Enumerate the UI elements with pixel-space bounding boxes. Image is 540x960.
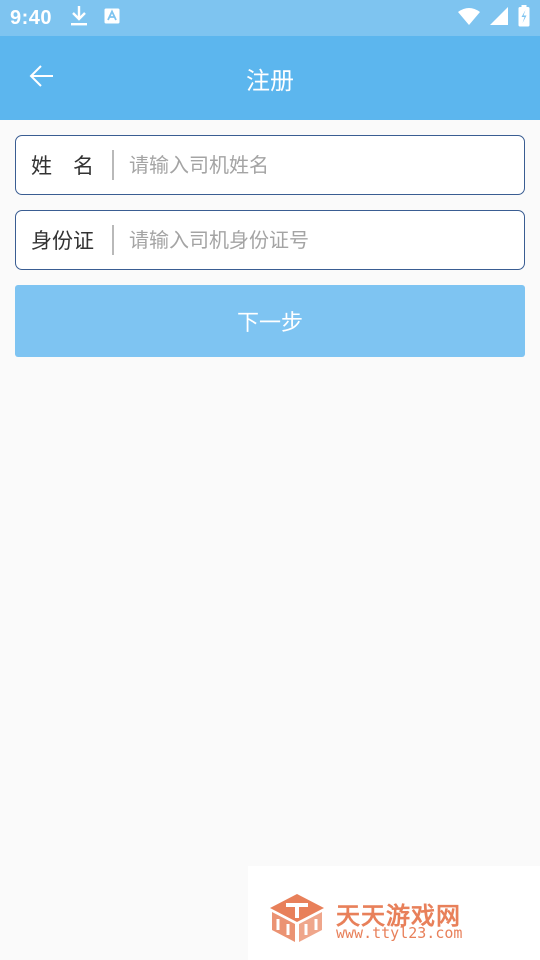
watermark: 天天游戏网 www.ttyl23.com xyxy=(248,866,540,960)
back-button[interactable] xyxy=(24,60,60,96)
status-icons-left xyxy=(70,5,120,31)
page-title: 注册 xyxy=(246,66,294,95)
status-bar: 9:40 xyxy=(0,0,540,36)
id-number-input[interactable] xyxy=(114,211,524,269)
name-field-label: 姓 名 xyxy=(31,154,94,178)
download-icon xyxy=(70,5,88,31)
name-input[interactable] xyxy=(114,136,524,194)
battery-icon xyxy=(518,5,530,31)
id-field-label: 身份证 xyxy=(31,229,94,253)
watermark-logo-icon xyxy=(268,892,326,948)
name-field[interactable]: 姓 名 xyxy=(15,135,525,195)
id-field[interactable]: 身份证 xyxy=(15,210,525,270)
watermark-url: www.ttyl23.com xyxy=(336,924,463,942)
wifi-icon xyxy=(458,7,480,29)
app-bar: 注册 xyxy=(0,36,540,120)
next-step-button[interactable]: 下一步 xyxy=(15,285,525,357)
status-time: 9:40 xyxy=(10,6,53,29)
a-notification-icon xyxy=(104,8,120,28)
signal-icon xyxy=(490,7,508,29)
back-arrow-icon xyxy=(29,64,55,92)
status-icons-right xyxy=(458,5,530,31)
